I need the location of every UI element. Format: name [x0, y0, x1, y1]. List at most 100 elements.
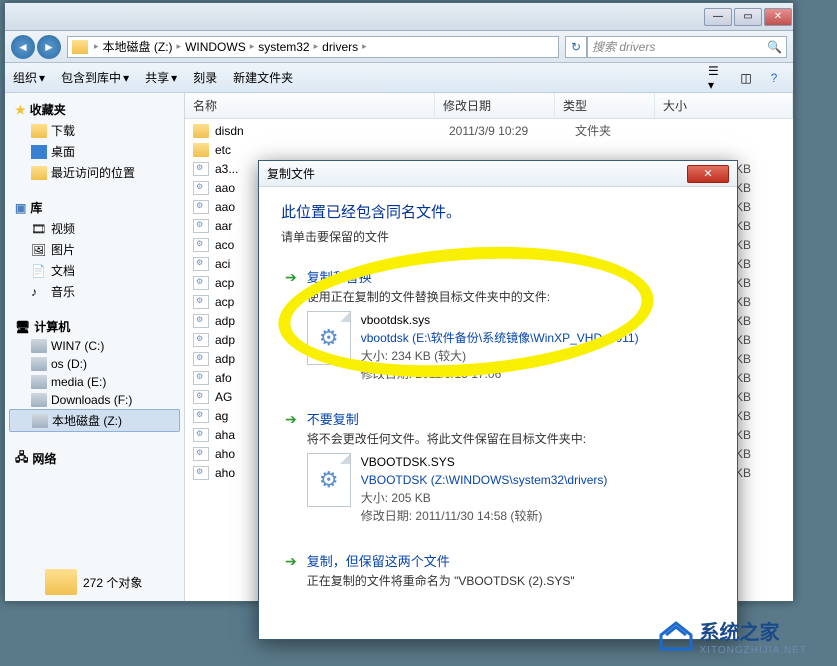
- file-name: VBOOTDSK.SYS: [361, 453, 608, 471]
- back-button[interactable]: ◄: [11, 35, 35, 59]
- sidebar-item-recent[interactable]: 最近访问的位置: [9, 162, 180, 183]
- search-input[interactable]: 搜索 drivers 🔍: [587, 36, 787, 58]
- file-icon: [193, 219, 209, 233]
- search-icon: 🔍: [767, 40, 782, 54]
- sidebar-item-music[interactable]: ♪音乐: [9, 281, 180, 302]
- new-folder-button[interactable]: 新建文件夹: [233, 69, 293, 86]
- breadcrumb[interactable]: ▸ 本地磁盘 (Z:) ▸ WINDOWS ▸ system32 ▸ drive…: [67, 36, 559, 58]
- sidebar-drive-z[interactable]: 本地磁盘 (Z:): [9, 409, 180, 432]
- file-date: 修改日期: 2011/9/15 17:06: [361, 365, 639, 383]
- file-icon: [193, 466, 209, 480]
- chevron-right-icon[interactable]: ▸: [177, 41, 182, 52]
- favorites-header[interactable]: ★ 收藏夹: [9, 99, 180, 120]
- file-icon: [193, 333, 209, 347]
- copy-file-dialog: 复制文件 ✕ 此位置已经包含同名文件。 请单击要保留的文件 ➔ 复制和替换 使用…: [258, 160, 738, 640]
- list-row[interactable]: etc: [185, 140, 793, 159]
- sidebar-drive-f[interactable]: Downloads (F:): [9, 391, 180, 409]
- breadcrumb-item[interactable]: WINDOWS: [183, 40, 248, 54]
- sidebar-item-documents[interactable]: 📄文档: [9, 260, 180, 281]
- file-icon: [193, 409, 209, 423]
- address-bar: ◄ ► ▸ 本地磁盘 (Z:) ▸ WINDOWS ▸ system32 ▸ d…: [5, 31, 793, 63]
- folder-icon: [45, 569, 77, 595]
- file-size: 大小: 205 KB: [361, 489, 608, 507]
- burn-button[interactable]: 刻录: [193, 69, 217, 86]
- refresh-button[interactable]: ↻: [565, 36, 587, 58]
- sidebar-item-downloads[interactable]: 下载: [9, 120, 180, 141]
- file-date: 2011/3/9 10:29: [449, 124, 569, 138]
- organize-menu[interactable]: 组织 ▾: [13, 69, 45, 86]
- column-size[interactable]: 大小: [655, 93, 793, 118]
- drive-icon: [32, 414, 48, 428]
- network-header[interactable]: 🖧 网络: [9, 446, 180, 471]
- object-count: 272 个对象: [83, 574, 142, 591]
- file-icon: ⚙: [307, 453, 351, 507]
- sidebar-drive-d[interactable]: os (D:): [9, 355, 180, 373]
- chevron-right-icon[interactable]: ▸: [314, 41, 319, 52]
- preview-pane-button[interactable]: ◫: [735, 68, 757, 88]
- dialog-title: 复制文件: [267, 165, 315, 182]
- sidebar-item-pictures[interactable]: 🖼图片: [9, 239, 180, 260]
- gear-icon: ⚙: [319, 467, 339, 493]
- window-controls: — ▭ ✕: [703, 8, 793, 26]
- chevron-right-icon[interactable]: ▸: [94, 41, 99, 52]
- minimize-button[interactable]: —: [704, 8, 732, 26]
- option-desc: 正在复制的文件将重命名为 "VBOOTDSK (2).SYS": [307, 572, 711, 589]
- computer-header[interactable]: 🖥 计算机: [9, 316, 180, 337]
- file-icon: [193, 181, 209, 195]
- breadcrumb-item[interactable]: 本地磁盘 (Z:): [101, 38, 175, 55]
- file-name: vbootdsk.sys: [361, 311, 639, 329]
- column-type[interactable]: 类型: [555, 93, 655, 118]
- titlebar[interactable]: — ▭ ✕: [5, 3, 793, 31]
- folder-icon: [193, 124, 209, 138]
- chevron-right-icon[interactable]: ▸: [250, 41, 255, 52]
- libraries-header[interactable]: ▣ 库: [9, 197, 180, 218]
- include-library-menu[interactable]: 包含到库中 ▾: [61, 69, 129, 86]
- file-icon: [193, 257, 209, 271]
- library-icon: ▣: [15, 201, 26, 215]
- file-icon: [193, 162, 209, 176]
- file-icon: ⚙: [307, 311, 351, 365]
- option-title: 不要复制: [307, 409, 711, 428]
- desktop-icon: [31, 145, 47, 159]
- help-button[interactable]: ?: [763, 68, 785, 88]
- file-icon: [193, 276, 209, 290]
- drive-icon: [31, 357, 47, 371]
- navigation-pane: ★ 收藏夹 下载 桌面 最近访问的位置 ▣ 库 🎞视频 🖼图片 📄文档 ♪音乐: [5, 93, 185, 601]
- column-date[interactable]: 修改日期: [435, 93, 555, 118]
- breadcrumb-item[interactable]: drivers: [320, 40, 360, 54]
- option-keep-both[interactable]: ➔ 复制，但保留这两个文件 正在复制的文件将重命名为 "VBOOTDSK (2)…: [281, 547, 715, 599]
- dialog-titlebar[interactable]: 复制文件 ✕: [259, 161, 737, 187]
- file-type: 文件夹: [575, 122, 675, 139]
- list-row[interactable]: disdn2011/3/9 10:29文件夹: [185, 121, 793, 140]
- option-title: 复制和替换: [307, 267, 711, 286]
- file-path: vbootdsk (E:\软件备份\系统镜像\WinXP_VHD_2011): [361, 329, 639, 347]
- sidebar-item-desktop[interactable]: 桌面: [9, 141, 180, 162]
- sidebar-drive-c[interactable]: WIN7 (C:): [9, 337, 180, 355]
- music-icon: ♪: [31, 285, 47, 299]
- sidebar-drive-e[interactable]: media (E:): [9, 373, 180, 391]
- close-button[interactable]: ✕: [764, 8, 792, 26]
- option-dont-copy[interactable]: ➔ 不要复制 将不会更改任何文件。将此文件保留在目标文件夹中: ⚙ VBOOTD…: [281, 405, 715, 529]
- status-bar: 272 个对象: [45, 569, 142, 595]
- folder-icon: [31, 124, 47, 138]
- dialog-close-button[interactable]: ✕: [687, 165, 729, 183]
- file-icon: [193, 314, 209, 328]
- sidebar-item-videos[interactable]: 🎞视频: [9, 218, 180, 239]
- option-copy-replace[interactable]: ➔ 复制和替换 使用正在复制的文件替换目标文件夹中的文件: ⚙ vbootdsk…: [281, 263, 715, 387]
- document-icon: 📄: [31, 264, 47, 278]
- video-icon: 🎞: [31, 222, 47, 236]
- file-icon: [193, 390, 209, 404]
- file-icon: [193, 200, 209, 214]
- option-desc: 将不会更改任何文件。将此文件保留在目标文件夹中:: [307, 430, 711, 447]
- forward-button[interactable]: ►: [37, 35, 61, 59]
- file-size: 大小: 234 KB (较大): [361, 347, 639, 365]
- file-icon: [193, 447, 209, 461]
- picture-icon: 🖼: [31, 243, 47, 257]
- maximize-button[interactable]: ▭: [734, 8, 762, 26]
- view-options-button[interactable]: ☰ ▾: [707, 68, 729, 88]
- breadcrumb-item[interactable]: system32: [256, 40, 311, 54]
- share-menu[interactable]: 共享 ▾: [145, 69, 177, 86]
- file-date: 修改日期: 2011/11/30 14:58 (较新): [361, 507, 608, 525]
- chevron-right-icon[interactable]: ▸: [362, 41, 367, 52]
- column-name[interactable]: 名称: [185, 93, 435, 118]
